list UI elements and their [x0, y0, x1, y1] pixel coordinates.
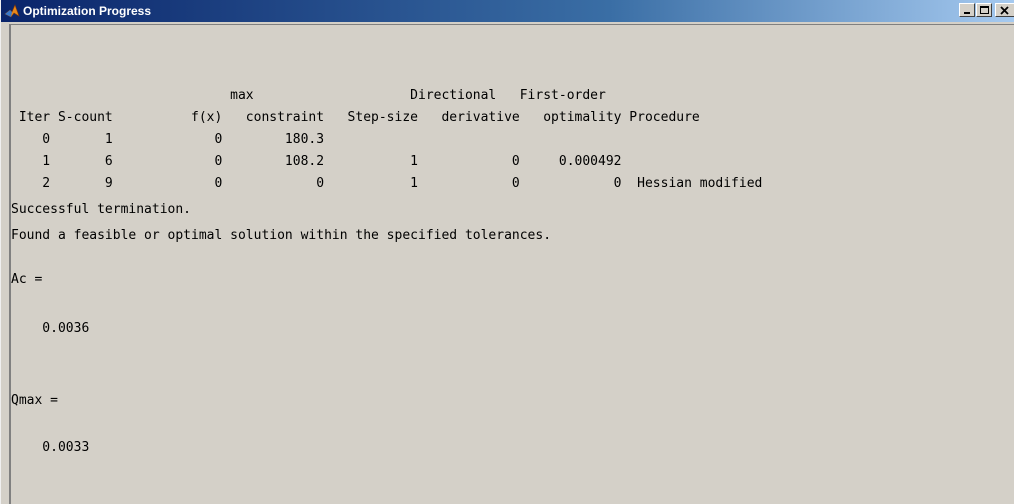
table-header-line-1: max Directional First-order [11, 88, 606, 103]
close-icon [1000, 6, 1009, 15]
console-output[interactable]: max Directional First-order Iter S-count… [9, 24, 1014, 504]
close-button[interactable] [995, 3, 1014, 17]
matlab-logo-icon [4, 3, 20, 19]
table-header-line-2: Iter S-count f(x) constraint Step-size d… [11, 110, 700, 125]
maximize-button[interactable] [976, 3, 992, 17]
title-bar[interactable]: Optimization Progress [1, 0, 1014, 22]
ac-value: 0.0036 [11, 321, 90, 336]
ac-label: Ac = [11, 272, 43, 287]
qmax-value: 0.0033 [11, 440, 90, 455]
table-row: 0 1 0 180.3 [11, 132, 325, 147]
window-title: Optimization Progress [23, 4, 152, 18]
maximize-icon [980, 6, 989, 14]
qmax-label: Qmax = [11, 393, 58, 408]
table-row: 1 6 0 108.2 1 0 0.000492 [11, 154, 622, 169]
minimize-icon [964, 12, 970, 14]
minimize-button[interactable] [959, 3, 975, 17]
solution-message: Found a feasible or optimal solution wit… [11, 228, 552, 243]
table-row: 2 9 0 0 1 0 0 Hessian modified [11, 176, 763, 191]
termination-message: Successful termination. [11, 202, 192, 217]
optimization-progress-window: Optimization Progress max Directional Fi… [0, 0, 1014, 504]
